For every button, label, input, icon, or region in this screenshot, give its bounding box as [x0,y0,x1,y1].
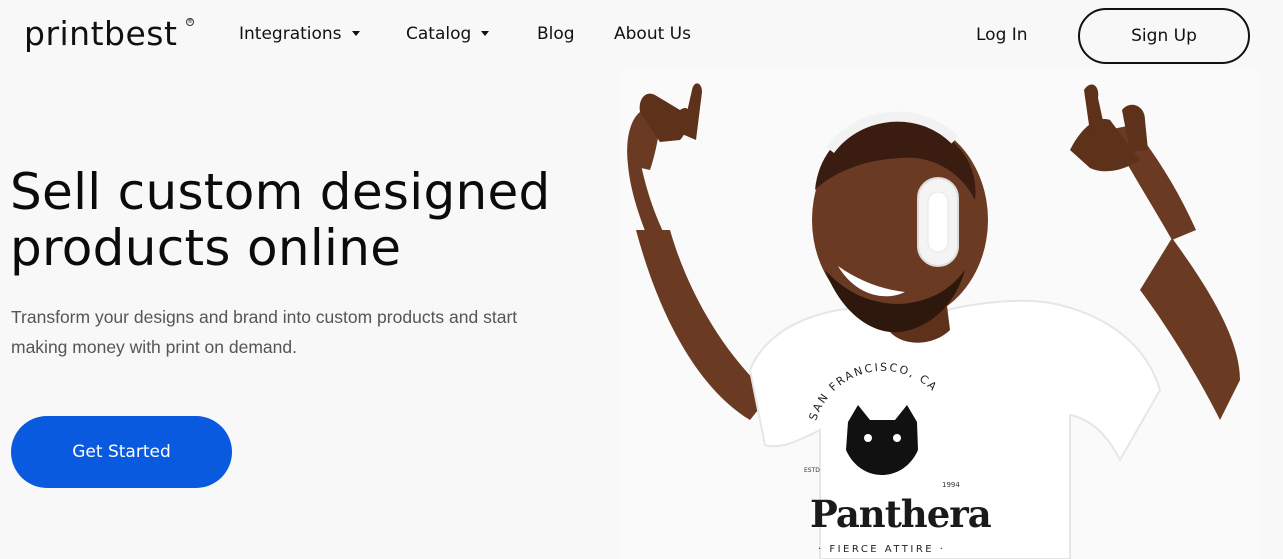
shirt-est-label: ESTD [804,467,820,474]
caret-down-icon [481,31,490,36]
hero-image: SAN FRANCISCO, CA ESTD 1994 Panthera · F… [600,70,1283,559]
site-header: printbest ® Integrations Catalog Blog Ab… [0,0,1283,70]
hero-subtitle: Transform your designs and brand into cu… [11,302,571,362]
login-link[interactable]: Log In [976,23,1028,47]
hero-title-line: Sell custom designed [10,163,551,221]
nav-item-label: About Us [614,24,691,44]
brand-logo[interactable]: printbest [24,12,177,56]
shirt-year: 1994 [942,481,960,489]
nav-item-label: Catalog [406,24,472,44]
shirt-wordmark: Panthera [810,492,992,536]
hero-photo-illustration: SAN FRANCISCO, CA ESTD 1994 Panthera · F… [600,70,1283,559]
signup-button[interactable]: Sign Up [1078,8,1250,64]
hero-title-line: products online [10,219,402,277]
get-started-button[interactable]: Get Started [11,416,232,488]
nav-item-catalog[interactable]: Catalog [406,22,490,46]
hero-subtitle-line: Transform your designs and brand into cu… [11,307,518,327]
hero-subtitle-line: making money with print on demand. [11,337,297,357]
nav-item-about-us[interactable]: About Us [614,22,691,46]
caret-down-icon [351,31,360,36]
nav-item-integrations[interactable]: Integrations [239,22,360,46]
nav-item-label: Blog [537,24,575,44]
nav-item-label: Integrations [239,24,342,44]
shirt-tagline: · FIERCE ATTIRE · [818,544,946,555]
registered-mark: ® [186,18,194,26]
hero-title: Sell custom designed products online [10,164,610,276]
nav-item-blog[interactable]: Blog [537,22,575,46]
